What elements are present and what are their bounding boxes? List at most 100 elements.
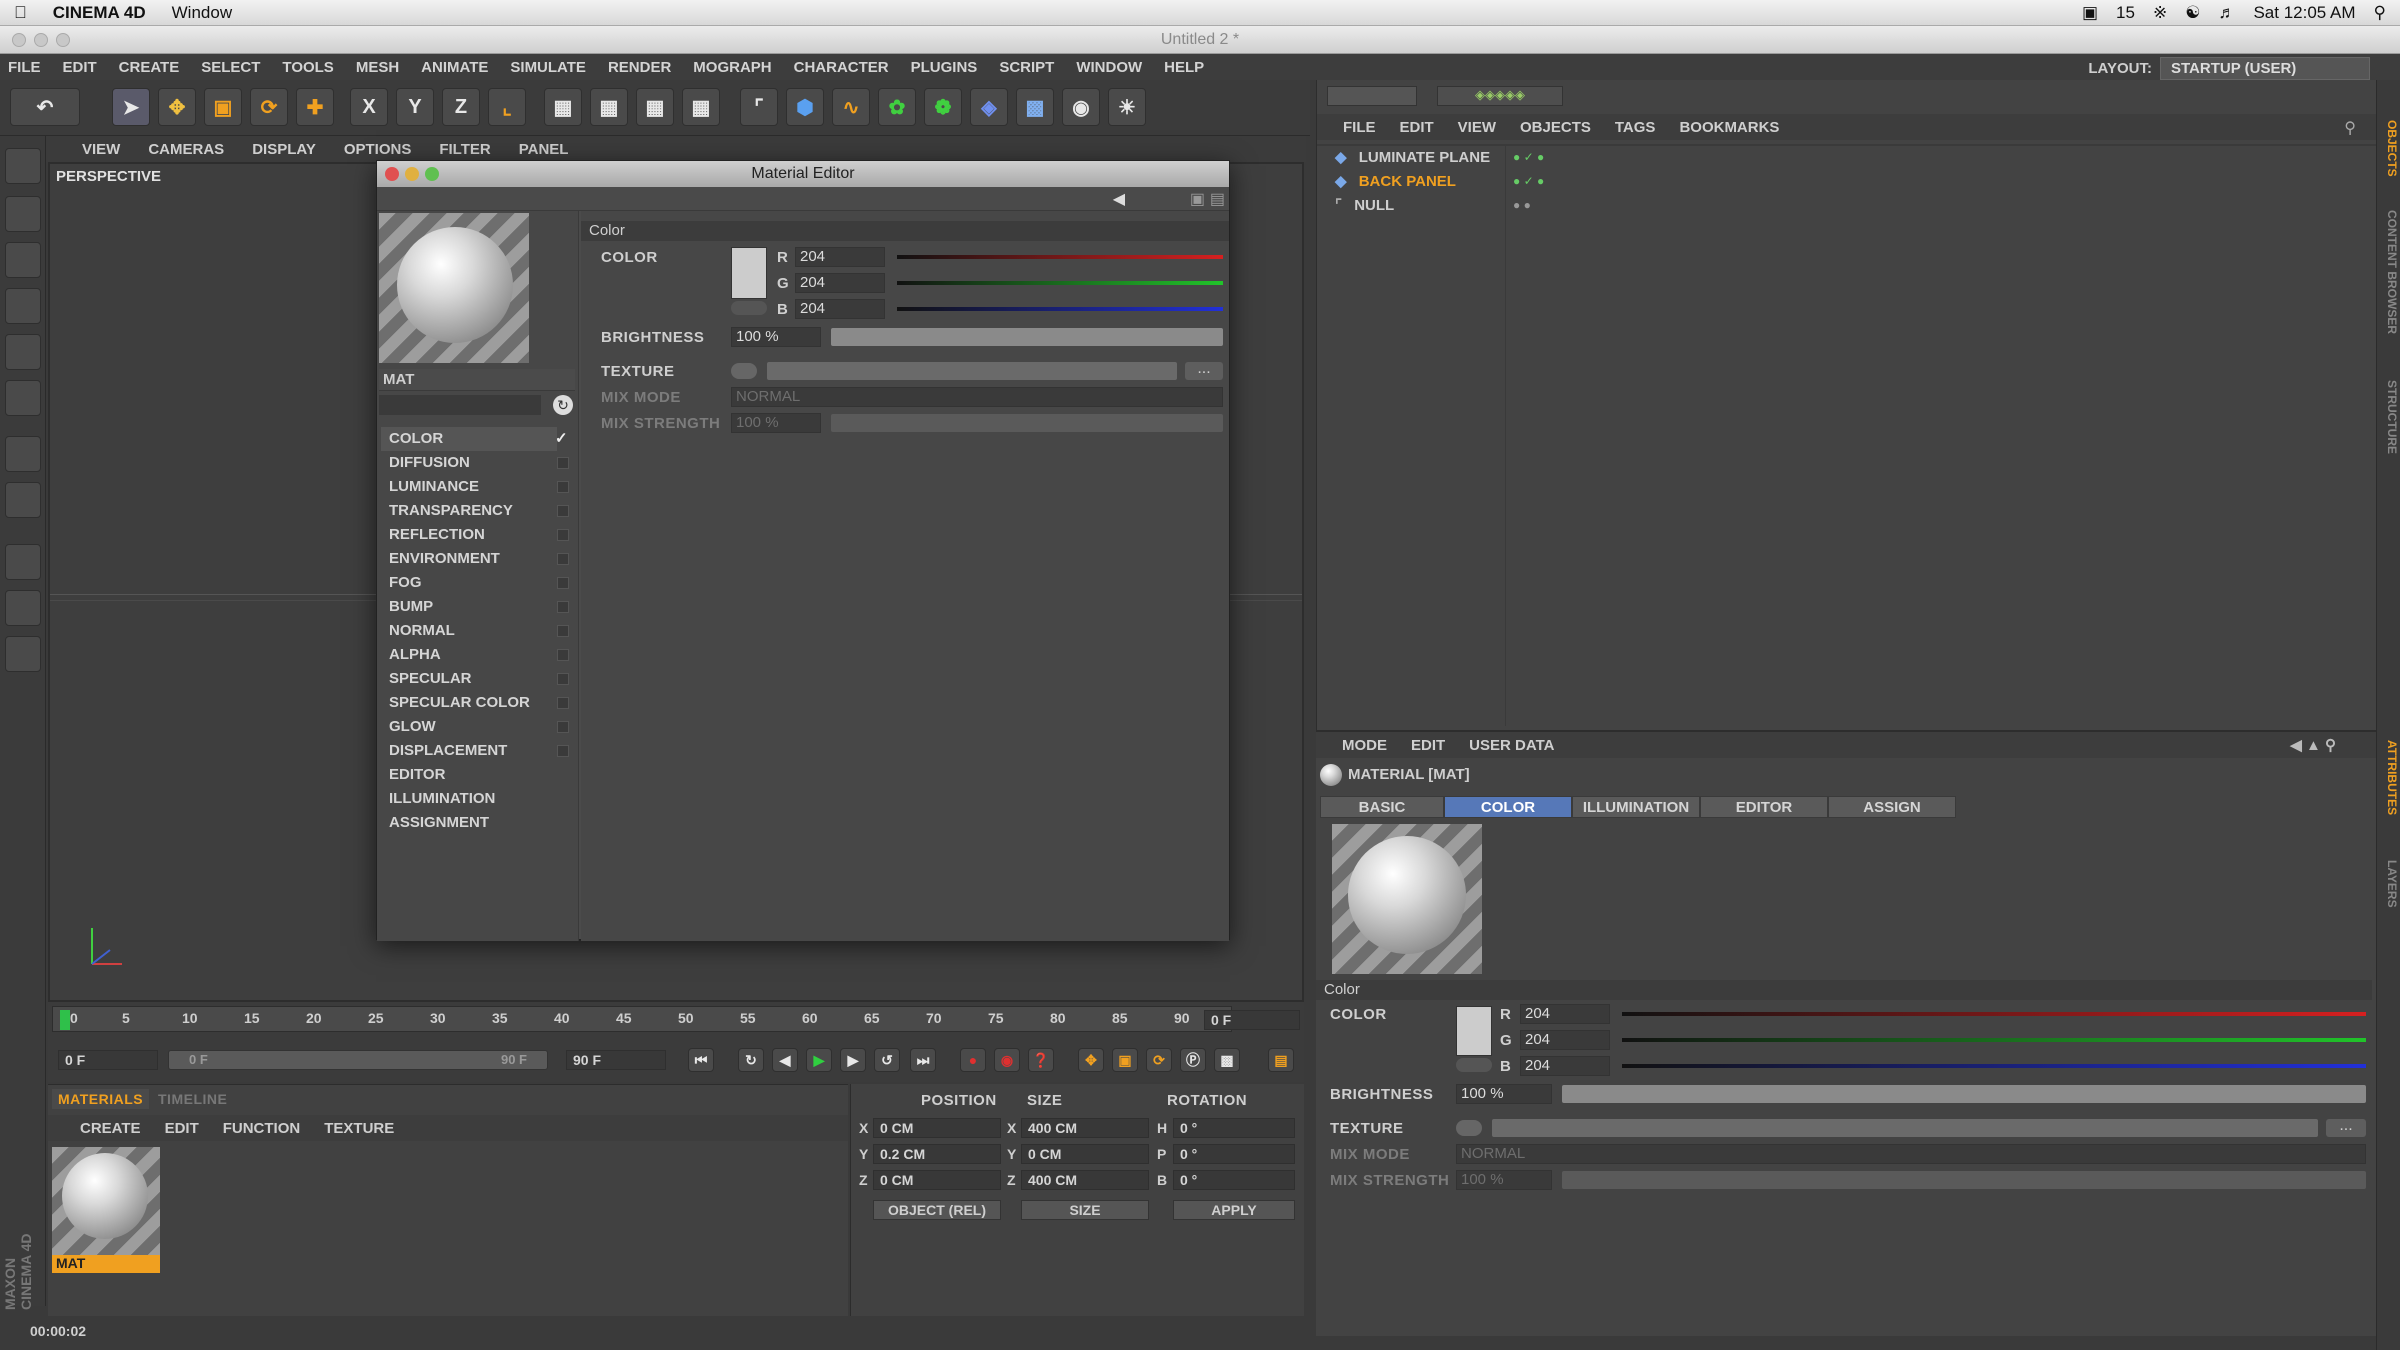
tab-assign[interactable]: ASSIGN [1828,796,1956,818]
texture-slot[interactable] [1492,1119,2318,1137]
spotlight-search-icon[interactable]: ⚲ [2374,3,2386,23]
rotation-p-field[interactable]: 0 ° [1173,1144,1295,1164]
menu-plugins[interactable]: PLUGINS [911,59,978,76]
channel-checkbox[interactable] [557,529,569,541]
channel-color[interactable]: COLOR ✓ [381,427,568,451]
green-slider[interactable] [1622,1038,2366,1042]
red-value-field[interactable]: 204 [795,247,885,267]
red-value-field[interactable]: 204 [1520,1004,1610,1024]
menu-help[interactable]: HELP [1164,59,1204,76]
spline-icon[interactable]: ∿ [832,88,870,126]
viewport-menu-filter[interactable]: FILTER [439,141,490,158]
menu-create[interactable]: CREATE [119,59,180,76]
brightness-slider[interactable] [831,328,1223,346]
channel-specular-color[interactable]: SPECULAR COLOR [381,691,569,715]
channel-checkbox[interactable] [557,649,569,661]
range-slider[interactable]: 0 F 90 F [168,1050,548,1070]
light-icon[interactable]: ☀ [1108,88,1146,126]
channel-checkbox[interactable] [557,673,569,685]
model-mode-icon[interactable] [5,196,41,232]
window-menu[interactable]: Window [172,3,232,23]
go-to-end-icon[interactable]: ⏭ [910,1048,936,1072]
object-row[interactable]: ⌜ NULL [1335,194,1394,218]
channel-normal[interactable]: NORMAL [381,619,569,643]
tweak-mode-icon[interactable] [5,482,41,518]
mat-menu-texture[interactable]: TEXTURE [324,1120,394,1137]
tab-timeline[interactable]: TIMELINE [158,1091,227,1107]
workplane-icon[interactable] [5,590,41,626]
size-z-field[interactable]: 400 CM [1021,1170,1149,1190]
blue-slider[interactable] [897,307,1223,311]
rotation-b-field[interactable]: 0 ° [1173,1170,1295,1190]
texture-toggle[interactable] [731,363,757,379]
y-axis-lock-button[interactable]: Y [396,88,434,126]
green-slider[interactable] [897,281,1223,285]
texture-toggle[interactable] [1456,1120,1482,1136]
menu-animate[interactable]: ANIMATE [421,59,488,76]
minimize-editor-button[interactable] [405,167,419,181]
channel-search-field[interactable] [379,395,541,415]
keyframe-selection-icon[interactable]: ❓ [1028,1048,1054,1072]
viewport-menu-cameras[interactable]: CAMERAS [148,141,224,158]
z-axis-lock-button[interactable]: Z [442,88,480,126]
loop-icon[interactable]: ↻ [738,1048,764,1072]
playhead[interactable] [60,1010,70,1030]
menu-simulate[interactable]: SIMULATE [510,59,586,76]
minimize-window-button[interactable] [34,33,48,47]
panel-icons-group[interactable] [1327,86,1417,106]
zoom-window-button[interactable] [56,33,70,47]
channel-checkbox[interactable] [557,505,569,517]
mat-menu-edit[interactable]: EDIT [165,1120,199,1137]
wifi-icon[interactable]: ☯ [2185,3,2200,23]
visibility-toggles-icon[interactable]: ● ✓ ● [1513,150,1544,164]
red-slider[interactable] [1622,1012,2366,1016]
tab-content-browser[interactable]: CONTENT BROWSER [2379,210,2399,334]
channel-reflection[interactable]: REFLECTION [381,523,569,547]
autokey-icon[interactable]: ◉ [994,1048,1020,1072]
obj-menu-objects[interactable]: OBJECTS [1520,119,1591,136]
blue-value-field[interactable]: 204 [795,299,885,319]
menu-tools[interactable]: TOOLS [282,59,333,76]
mix-strength-field[interactable]: 100 % [731,413,821,433]
channel-transparency[interactable]: TRANSPARENCY [381,499,569,523]
channel-diffusion[interactable]: DIFFUSION [381,451,569,475]
tab-materials[interactable]: MATERIALS [52,1089,150,1109]
channel-checkbox[interactable] [557,721,569,733]
floor-icon[interactable]: ▩ [1016,88,1054,126]
menu-edit[interactable]: EDIT [63,59,97,76]
mix-mode-dropdown[interactable]: NORMAL [1456,1144,2366,1164]
edges-mode-icon[interactable] [5,334,41,370]
material-label[interactable]: MAT [52,1255,160,1273]
channel-luminance[interactable]: LUMINANCE [381,475,569,499]
tab-structure[interactable]: STRUCTURE [2379,380,2399,454]
key-pla-icon[interactable]: ▩ [1214,1048,1240,1072]
channel-editor[interactable]: EDITOR [381,763,557,787]
red-slider[interactable] [897,255,1223,259]
channel-specular[interactable]: SPECULAR [381,667,569,691]
channel-illumination[interactable]: ILLUMINATION [381,787,557,811]
rotate-tool-icon[interactable]: ⟳ [250,88,288,126]
material-editor-titlebar[interactable]: Material Editor [377,161,1229,187]
close-window-button[interactable] [12,33,26,47]
camera-icon[interactable]: ◉ [1062,88,1100,126]
render-view-icon[interactable]: ▦ [544,88,582,126]
object-row-selected[interactable]: ◆ BACK PANEL [1335,170,1456,194]
channel-fog[interactable]: FOG [381,571,569,595]
channel-checkbox[interactable] [557,553,569,565]
mix-strength-slider[interactable] [1562,1171,2366,1189]
mix-mode-dropdown[interactable]: NORMAL [731,387,1223,407]
obj-menu-view[interactable]: VIEW [1458,119,1496,136]
viewport-menu-options[interactable]: OPTIONS [344,141,412,158]
tab-attributes[interactable]: ATTRIBUTES [2379,740,2399,815]
brightness-field[interactable]: 100 % [1456,1084,1552,1104]
menu-window[interactable]: WINDOW [1076,59,1142,76]
tab-layers[interactable]: LAYERS [2379,860,2399,908]
new-panel-icon[interactable]: ▤ [1210,189,1225,209]
attr-menu-mode[interactable]: MODE [1342,737,1387,754]
material-thumbnail[interactable] [52,1147,160,1255]
clock[interactable]: Sat 12:05 AM [2253,3,2355,23]
menu-file[interactable]: FILE [8,59,41,76]
undo-redo-icon[interactable]: ↶ [10,88,80,126]
step-back-icon[interactable]: ◀ [772,1048,798,1072]
menu-character[interactable]: CHARACTER [794,59,889,76]
